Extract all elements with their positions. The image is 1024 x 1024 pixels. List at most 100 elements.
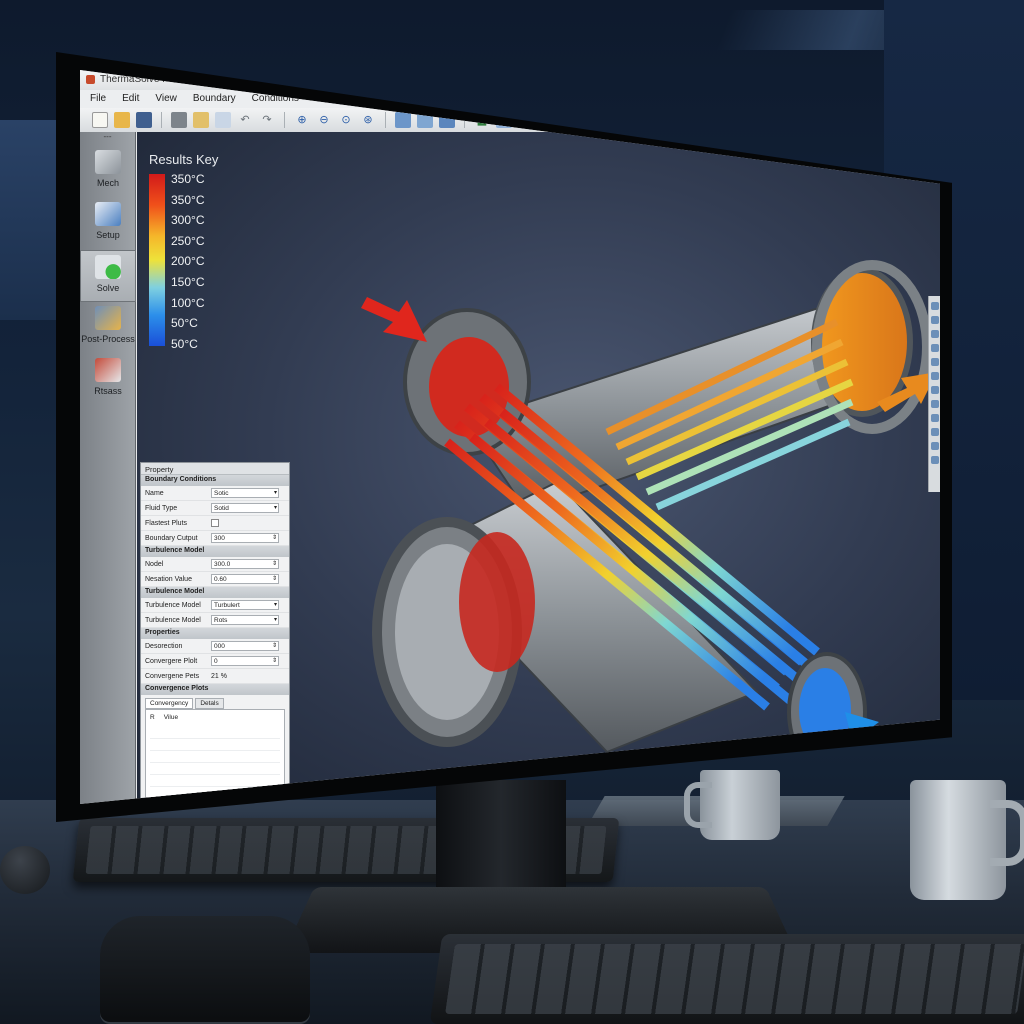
menu-bar: File Edit View Boundary Conditions Windo…: [80, 90, 940, 108]
spinner-icon: ⇕: [271, 576, 277, 582]
tab-details[interactable]: Detals: [195, 698, 224, 709]
sidebar-item-label: Setup: [96, 230, 120, 240]
flastest-checkbox[interactable]: [211, 519, 219, 527]
logo-wordmark: AEGIS: [921, 744, 940, 764]
row-fluid-type: Fluid Type Sotid ▾: [141, 501, 289, 516]
view-grid-icon[interactable]: [395, 112, 411, 128]
row-label: Convergere Plolt: [145, 657, 198, 665]
toolbar-separator: [284, 112, 285, 128]
cold-nozzle: [787, 652, 867, 772]
section-boundary-conditions[interactable]: Boundary Conditions: [141, 475, 289, 486]
desk-phone: [100, 916, 310, 1024]
results-graph-icon: [95, 358, 121, 382]
office-window: [0, 120, 60, 320]
section-convergence-plots[interactable]: Convergence Plots: [141, 684, 289, 695]
view-tool-icon[interactable]: [930, 414, 939, 422]
redo-icon[interactable]: ↷: [259, 112, 275, 128]
sidebar-item-post-process[interactable]: Post-Process: [80, 302, 136, 354]
column-header: Vilue: [163, 714, 179, 721]
row-flastest: Flastest Pluts: [141, 516, 289, 531]
workflow-sidebar: --- Mech Setup Solve Post-Process Rtsass: [80, 132, 136, 804]
row-model: Nodel 300.0 ⇕: [141, 557, 289, 572]
row-label: Name: [145, 489, 164, 497]
view-tool-icon[interactable]: [930, 386, 939, 394]
convergence-plot-stepper[interactable]: 0 ⇕: [211, 656, 279, 666]
row-name: Name Sotic ▾: [141, 486, 289, 501]
new-icon[interactable]: [92, 112, 108, 128]
view-tool-icon[interactable]: [930, 428, 939, 436]
view-tool-icon[interactable]: [930, 358, 939, 366]
turbulence-model-select-2[interactable]: Rots ▾: [211, 615, 279, 625]
coffee-mug-small: [684, 770, 780, 840]
property-panel: Property Boundary Conditions Name Sotic ▾…: [140, 462, 290, 804]
view-tool-icon[interactable]: [930, 442, 939, 450]
copy-icon[interactable]: [193, 112, 209, 128]
row-convergence-pets: Convergene Pets 21 %: [141, 669, 289, 684]
view-tool-icon[interactable]: [930, 456, 939, 464]
column-header: R: [150, 714, 155, 721]
mesh-cube-icon: [95, 150, 121, 174]
row-label: Flastest Pluts: [145, 519, 188, 527]
model-stepper[interactable]: 300.0 ⇕: [211, 559, 279, 569]
company-logo: AEGIS Thermal Solutions: [921, 744, 940, 777]
boundary-output-stepper[interactable]: 300 ⇕: [211, 533, 279, 543]
menu-edit[interactable]: Edit: [122, 93, 139, 108]
open-icon[interactable]: [114, 112, 130, 128]
sidebar-item-solve[interactable]: Solve: [80, 250, 136, 302]
chevron-down-icon: ▾: [273, 602, 277, 608]
keyboard-front: [429, 934, 1024, 1024]
section-turbulence-model[interactable]: Turbulence Model: [141, 546, 289, 557]
view-tool-icon[interactable]: [930, 344, 939, 352]
row-label: Desorection: [145, 642, 183, 650]
zoom-window-icon[interactable]: ⊛: [360, 112, 376, 128]
section-turbulence-model-2[interactable]: Turbulence Model: [141, 587, 289, 598]
spinner-icon: ⇕: [271, 535, 277, 541]
setup-gear-icon: [95, 202, 121, 226]
paste-icon[interactable]: [215, 112, 231, 128]
solve-check-icon: [95, 255, 121, 279]
sidebar-item-results[interactable]: Rtsass: [80, 354, 136, 406]
zoom-in-icon[interactable]: ⊕: [294, 112, 310, 128]
view-tool-icon[interactable]: [930, 316, 939, 324]
convergence-tabs: Convergency Detals: [141, 695, 289, 709]
save-icon[interactable]: [136, 112, 152, 128]
view-tool-icon[interactable]: [930, 330, 939, 338]
menu-file[interactable]: File: [90, 93, 106, 108]
row-label: Boundary Cutput: [145, 534, 198, 542]
row-convergence-plot: Convergere Plolt 0 ⇕: [141, 654, 289, 669]
view-tool-icon[interactable]: [930, 302, 939, 310]
desorection-stepper[interactable]: 000 ⇕: [211, 641, 279, 651]
turbulence-model-select[interactable]: Turbulert ▾: [211, 600, 279, 610]
chevron-down-icon: ▾: [273, 490, 277, 496]
name-select[interactable]: Sotic ▾: [211, 488, 279, 498]
menu-boundary[interactable]: Boundary: [193, 93, 236, 108]
undo-icon[interactable]: ↶: [237, 112, 253, 128]
panel-title: Property: [141, 463, 289, 475]
tab-convergency[interactable]: Convergency: [145, 698, 194, 709]
coffee-mug-large: [910, 780, 1024, 900]
spinner-icon: ⇕: [271, 658, 277, 664]
nesation-stepper[interactable]: 0.60 ⇕: [211, 574, 279, 584]
logo-tagline: Thermal Solutions: [921, 765, 940, 777]
row-turbulence-model-a: Turbulence Model Turbulert ▾: [141, 598, 289, 613]
print-icon[interactable]: [171, 112, 187, 128]
zoom-out-icon[interactable]: ⊖: [316, 112, 332, 128]
fluid-type-select[interactable]: Sotid ▾: [211, 503, 279, 513]
sidebar-item-mesh[interactable]: Mech: [80, 146, 136, 198]
chevron-down-icon: ▾: [273, 617, 277, 623]
sidebar-item-setup[interactable]: Setup: [80, 198, 136, 250]
row-nesation: Nesation Value 0.60 ⇕: [141, 572, 289, 587]
menu-view[interactable]: View: [155, 93, 177, 108]
monitor-screen: ThermaSolve Professional CFD File Edit V…: [80, 70, 940, 804]
row-label: Nesation Value: [145, 575, 192, 583]
zoom-fit-icon[interactable]: ⊙: [338, 112, 354, 128]
view-tool-icon[interactable]: [930, 372, 939, 380]
view-tool-icon[interactable]: [930, 400, 939, 408]
spinner-icon: ⇕: [271, 643, 277, 649]
toolbar-separator: [385, 112, 386, 128]
row-label: Fluid Type: [145, 504, 178, 512]
section-properties[interactable]: Properties: [141, 628, 289, 639]
sidebar-grip: ---: [103, 132, 112, 141]
row-label: Turbulence Model: [145, 601, 201, 609]
sidebar-item-label: Post-Process: [81, 334, 135, 344]
